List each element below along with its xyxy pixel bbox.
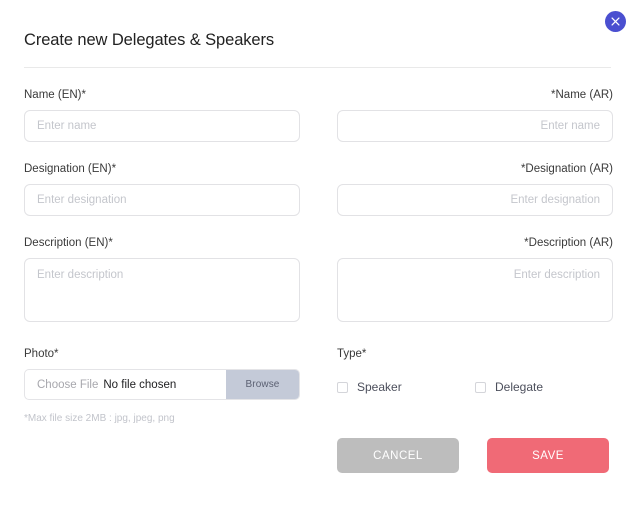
checkbox-label-speaker: Speaker (357, 380, 402, 394)
row-designation: Designation (EN)* *Designation (AR) (24, 162, 613, 216)
modal-footer: CANCEL SAVE (337, 438, 613, 473)
checkbox-label-delegate: Delegate (495, 380, 544, 394)
field-label-designation-ar: *Designation (AR) (520, 163, 613, 175)
save-button[interactable]: SAVE (487, 438, 609, 473)
field-photo: Photo* Choose File No file chosen Browse… (24, 347, 300, 473)
designation-en-input[interactable] (24, 184, 300, 216)
row-description: Description (EN)* *Description (AR) (24, 236, 613, 327)
field-type: Type* Speaker Delegate CANCEL SAVE (337, 347, 613, 473)
field-label-photo: Photo* (24, 348, 59, 360)
row-photo-type: Photo* Choose File No file chosen Browse… (24, 347, 611, 473)
field-description-ar: *Description (AR) (337, 236, 613, 327)
field-designation-ar: *Designation (AR) (337, 162, 613, 216)
file-name-label: No file chosen (103, 378, 177, 391)
field-label-designation-en: Designation (EN)* (24, 163, 117, 175)
checkbox-delegate[interactable] (475, 382, 486, 393)
checkbox-item-speaker[interactable]: Speaker (337, 380, 475, 395)
designation-ar-input[interactable] (337, 184, 613, 216)
field-label-name-en: Name (EN)* (24, 89, 86, 101)
browse-button[interactable]: Browse (226, 370, 299, 399)
page-title: Create new Delegates & Speakers (24, 31, 275, 49)
file-text-area: Choose File No file chosen (25, 370, 226, 399)
choose-file-label: Choose File (37, 378, 99, 391)
photo-file-input[interactable]: Choose File No file chosen Browse (24, 369, 300, 400)
row-name: Name (EN)* *Name (AR) (24, 88, 613, 142)
close-button[interactable] (605, 11, 626, 32)
description-ar-textarea[interactable] (337, 258, 613, 322)
name-en-input[interactable] (24, 110, 300, 142)
field-label-name-ar: *Name (AR) (551, 89, 613, 101)
field-designation-en: Designation (EN)* (24, 162, 300, 216)
cancel-button[interactable]: CANCEL (337, 438, 459, 473)
field-label-description-ar: *Description (AR) (524, 237, 613, 249)
field-label-type: Type* (337, 348, 367, 360)
checkbox-speaker[interactable] (337, 382, 348, 393)
modal-header: Create new Delegates & Speakers (0, 0, 635, 51)
description-en-textarea[interactable] (24, 258, 300, 322)
create-delegate-modal: Create new Delegates & Speakers Name (EN… (0, 0, 635, 525)
close-icon (611, 17, 620, 26)
header-divider (24, 67, 611, 68)
modal-body: Name (EN)* *Name (AR) Designation (EN)* … (0, 88, 635, 473)
type-checkbox-group: Speaker Delegate (337, 380, 613, 395)
field-label-description-en: Description (EN)* (24, 237, 113, 249)
photo-hint-text: *Max file size 2MB : jpg, jpeg, png (24, 413, 175, 424)
field-description-en: Description (EN)* (24, 236, 300, 327)
checkbox-item-delegate[interactable]: Delegate (475, 380, 543, 395)
field-name-en: Name (EN)* (24, 88, 300, 142)
name-ar-input[interactable] (337, 110, 613, 142)
field-name-ar: *Name (AR) (337, 88, 613, 142)
